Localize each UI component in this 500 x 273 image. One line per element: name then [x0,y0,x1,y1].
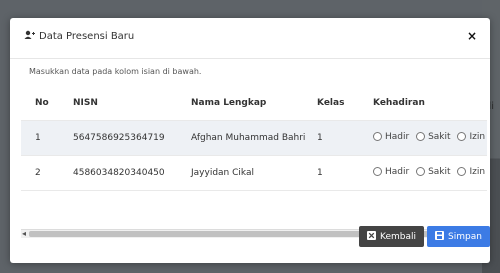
attendance-table-wrapper[interactable]: No NISN Nama Lengkap Kelas Kehadiran 1 5… [21,86,487,226]
presensi-modal: Data Presensi Baru × Masukkan data pada … [10,18,490,263]
radio-izin[interactable]: Izin [457,167,485,177]
cell-kelas: 1 [309,155,365,191]
modal-title-text: Data Presensi Baru [39,31,135,42]
radio-circle-icon [373,132,382,142]
radio-circle-icon [457,167,467,177]
cell-no: 2 [21,155,65,191]
column-header-nisn: NISN [65,86,183,121]
radio-circle-icon [416,167,426,177]
radio-hadir[interactable]: Hadir [373,167,409,177]
radio-label: Sakit [428,131,451,142]
radio-label: Sakit [428,166,451,177]
column-header-kelas: Kelas [309,86,365,121]
column-header-nama: Nama Lengkap [183,86,309,121]
close-box-icon [367,230,376,243]
save-button-label: Simpan [448,231,482,242]
attendance-table: No NISN Nama Lengkap Kelas Kehadiran 1 5… [21,86,487,191]
cell-nisn: 4586034820340450 [65,155,183,191]
modal-footer: Kembali Simpan [10,226,490,263]
close-button[interactable]: × [464,28,480,44]
radio-hadir[interactable]: Hadir [373,132,409,142]
back-button[interactable]: Kembali [359,226,424,247]
modal-title: Data Presensi Baru [24,30,134,43]
scroll-left-icon[interactable]: ◂ [22,229,26,238]
cell-kelas: 1 [309,120,365,156]
radio-sakit[interactable]: Sakit [416,166,451,177]
table-header-row: No NISN Nama Lengkap Kelas Kehadiran [21,86,487,121]
table-row: 2 4586034820340450 Jayyidan Cikal 1 Hadi… [21,155,487,191]
cell-no: 1 [21,120,65,156]
cell-nama: Jayyidan Cikal [183,155,309,191]
column-header-kehadiran: Kehadiran [365,86,487,121]
modal-description: Masukkan data pada kolom isian di bawah. [29,67,202,76]
back-button-label: Kembali [380,231,416,242]
radio-label: Hadir [385,166,410,177]
radio-label: Hadir [385,131,410,142]
save-button[interactable]: Simpan [427,226,490,247]
radio-circle-icon [373,167,382,177]
radio-sakit[interactable]: Sakit [416,131,451,142]
cell-kehadiran: Hadir Sakit Izin [365,155,487,191]
modal-header: Data Presensi Baru × [10,18,490,59]
cell-nisn: 5647586925364719 [65,120,183,156]
cell-kehadiran: Hadir Sakit Izin [365,120,487,156]
radio-circle-icon [457,132,467,142]
radio-label: Izin [469,166,486,177]
radio-circle-icon [416,132,426,142]
table-row: 1 5647586925364719 Afghan Muhammad Bahri… [21,120,487,156]
floppy-disk-icon [435,230,444,243]
cell-nama: Afghan Muhammad Bahri [183,120,309,156]
column-header-no: No [21,86,65,121]
radio-izin[interactable]: Izin [457,132,485,142]
user-plus-icon [24,30,35,43]
radio-label: Izin [469,131,486,142]
